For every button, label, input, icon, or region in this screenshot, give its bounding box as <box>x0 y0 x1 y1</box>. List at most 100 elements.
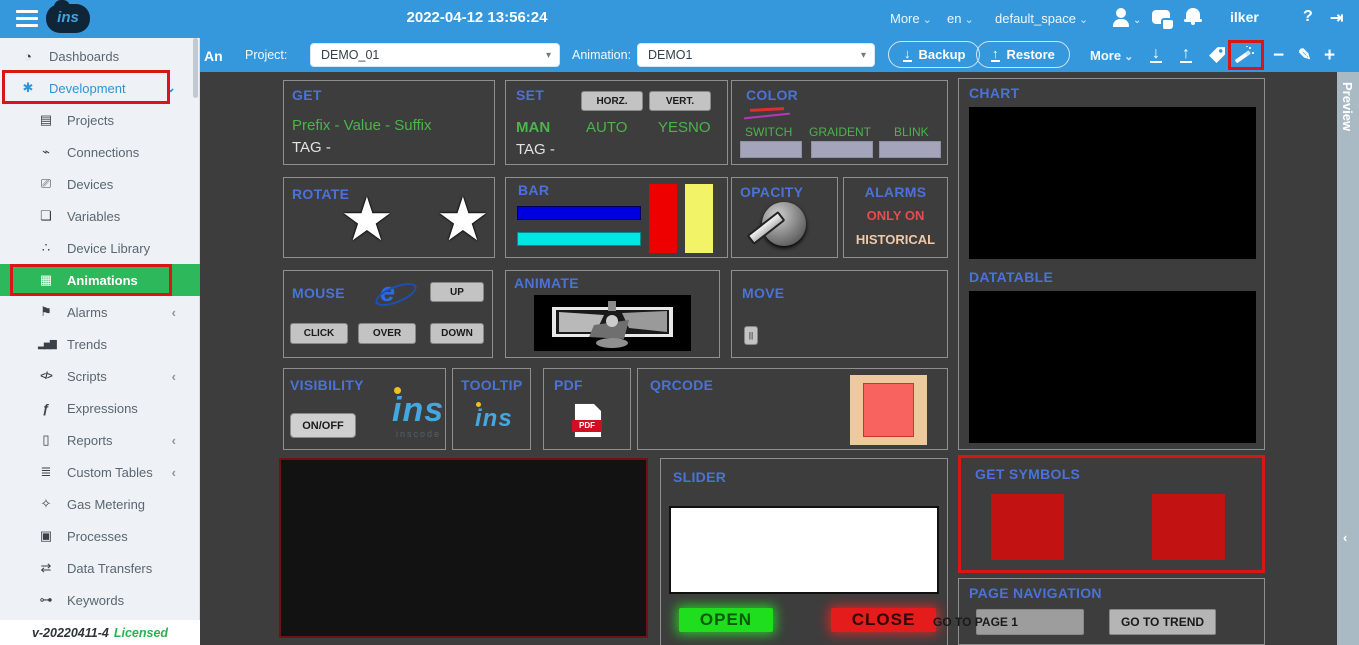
mouse-panel: MOUSE e UP CLICK OVER DOWN <box>283 270 493 358</box>
visibility-onoff-button[interactable]: ON/OFF <box>290 413 356 438</box>
sidebar-item-reports[interactable]: ▯ Reports ‹ <box>0 424 200 456</box>
trend-placeholder[interactable] <box>279 458 648 638</box>
backup-button[interactable]: ↓ Backup <box>888 41 980 68</box>
zoom-in-plus-icon[interactable]: + <box>1324 45 1335 67</box>
get-tag-label[interactable]: TAG - <box>292 139 331 156</box>
visibility-panel: VISIBILITY ON/OFF ins inscode <box>283 368 446 450</box>
slider-open-button[interactable]: OPEN <box>679 608 773 632</box>
mouse-over-button[interactable]: OVER <box>358 323 416 344</box>
mouse-down-button[interactable]: DOWN <box>430 323 484 344</box>
upload-icon[interactable]: ↑ <box>1180 45 1192 63</box>
symbol-square-2[interactable] <box>1152 494 1225 560</box>
chart-panel-title: CHART <box>969 85 1020 101</box>
mouse-panel-title: MOUSE <box>292 285 345 301</box>
get-prefix-value-suffix[interactable]: Prefix - Value - Suffix <box>292 117 432 134</box>
bar-horizontal-cyan[interactable] <box>517 232 641 246</box>
messages-icon[interactable] <box>1152 10 1170 24</box>
chevron-down-icon: ⌄ <box>1124 51 1133 63</box>
set-vert-button[interactable]: VERT. <box>649 91 711 111</box>
restore-button[interactable]: ↑ Restore <box>976 41 1070 68</box>
rotate-star-2[interactable]: ★ <box>436 190 490 250</box>
sidebar-item-scripts[interactable]: </> Scripts ‹ <box>0 360 200 392</box>
database-icon: ≣ <box>38 464 54 480</box>
toolbar-more-menu[interactable]: More⌄ <box>1090 48 1133 63</box>
sidebar-item-device-library[interactable]: ∴ Device Library <box>0 232 200 264</box>
chevron-down-icon[interactable]: ⌄ <box>1133 15 1141 26</box>
user-account-icon[interactable] <box>1113 8 1129 26</box>
set-horz-button[interactable]: HORZ. <box>581 91 643 111</box>
go-to-trend-button[interactable]: GO TO TREND <box>1109 609 1216 635</box>
sidebar-item-data-transfers[interactable]: ⇄ Data Transfers <box>0 552 200 584</box>
rotate-star-1[interactable]: ★ <box>340 190 394 250</box>
sidebar-item-processes[interactable]: ▣ Processes <box>0 520 200 552</box>
header-space-menu[interactable]: default_space⌄ <box>995 11 1088 26</box>
color-blink-swatch[interactable] <box>879 141 941 158</box>
sidebar-item-label: Connections <box>67 145 139 160</box>
zoom-out-minus-icon[interactable]: − <box>1273 45 1284 67</box>
sidebar-item-gas-metering[interactable]: ✧ Gas Metering <box>0 488 200 520</box>
ins-logo-small[interactable]: ins <box>475 405 513 433</box>
sidebar-item-connections[interactable]: ⌁ Connections <box>0 136 200 168</box>
sidebar-item-variables[interactable]: ❏ Variables <box>0 200 200 232</box>
sidebar-item-projects[interactable]: ▤ Projects <box>0 104 200 136</box>
help-button[interactable]: ? <box>1303 8 1313 26</box>
chart-placeholder[interactable] <box>969 107 1256 259</box>
sidebar-item-animations[interactable]: ▦ Animations <box>0 264 200 296</box>
mouse-click-button[interactable]: CLICK <box>290 323 348 344</box>
slider-track-area[interactable] <box>669 506 939 594</box>
logout-icon[interactable]: ⇥ <box>1330 8 1343 28</box>
animate-fan-image[interactable] <box>534 295 691 351</box>
set-panel: SET HORZ. VERT. MAN AUTO YESNO TAG - <box>505 80 728 165</box>
notifications-bell-icon[interactable] <box>1186 8 1200 20</box>
mouse-up-button[interactable]: UP <box>430 282 484 302</box>
sidebar-item-custom-tables[interactable]: ≣ Custom Tables ‹ <box>0 456 200 488</box>
header-more-menu[interactable]: More⌄ <box>890 11 932 26</box>
set-yesno-button[interactable]: YESNO <box>658 119 711 136</box>
chevron-left-icon[interactable]: ‹ <box>1343 530 1347 545</box>
get-symbols-panel-title: GET SYMBOLS <box>975 466 1080 482</box>
sidebar-item-label: Projects <box>67 113 114 128</box>
go-to-page-button[interactable]: GO TO PAGE 1 <box>976 609 1084 635</box>
set-auto-button[interactable]: AUTO <box>586 119 627 136</box>
sidebar-item-alarms[interactable]: ⚑ Alarms ‹ <box>0 296 200 328</box>
internet-explorer-icon[interactable]: e <box>380 277 395 308</box>
qrcode-placeholder-outer[interactable] <box>850 375 927 445</box>
color-switch-swatch[interactable] <box>740 141 802 158</box>
tag-icon[interactable] <box>1208 46 1225 68</box>
magic-wand-icon[interactable] <box>1234 46 1254 69</box>
select-arrow-icon: ▾ <box>546 50 551 61</box>
edit-pencil-icon[interactable]: ✎ <box>1298 45 1311 65</box>
slider-close-button[interactable]: CLOSE <box>831 608 936 632</box>
sidebar-item-dashboards[interactable]: ◔ Dashboards <box>0 40 200 72</box>
animate-panel-title: ANIMATE <box>514 275 579 291</box>
header-language-menu[interactable]: en⌄ <box>947 11 974 26</box>
color-gradient-swatch[interactable] <box>811 141 873 158</box>
sidebar-item-development[interactable]: ✱ Development ⌄ <box>0 72 200 104</box>
symbol-square-1[interactable] <box>991 494 1064 560</box>
set-man-button[interactable]: MAN <box>516 119 550 136</box>
ins-logo-dot <box>394 387 401 394</box>
qrcode-placeholder-inner <box>863 383 914 437</box>
preview-side-strip[interactable]: Preview ‹ <box>1337 72 1359 645</box>
megaphone-icon: ⚑ <box>38 304 54 320</box>
alarms-only-on-label[interactable]: ONLY ON <box>844 208 947 223</box>
app-logo[interactable]: ins <box>46 4 90 33</box>
sidebar-item-expressions[interactable]: ƒ Expressions <box>0 392 200 424</box>
animation-select[interactable]: DEMO1 ▾ <box>637 43 875 67</box>
username-label[interactable]: ilker <box>1230 9 1259 25</box>
bar-vertical-red[interactable] <box>649 184 677 253</box>
set-tag-label[interactable]: TAG - <box>516 141 555 158</box>
bar-horizontal-blue[interactable] <box>517 206 641 220</box>
bar-vertical-yellow[interactable] <box>685 184 713 253</box>
hamburger-menu-icon[interactable] <box>16 10 38 27</box>
download-icon[interactable]: ↓ <box>1150 45 1162 63</box>
datatable-placeholder[interactable] <box>969 291 1256 443</box>
pdf-file-icon[interactable]: PDF <box>574 403 602 438</box>
sidebar-item-keywords[interactable]: ⊶ Keywords <box>0 584 200 616</box>
move-drag-handle[interactable]: || <box>744 326 758 345</box>
project-select[interactable]: DEMO_01 ▾ <box>310 43 560 67</box>
sidebar-item-trends[interactable]: ▂▅▇ Trends <box>0 328 200 360</box>
sidebar-item-devices[interactable]: ⎚ Devices <box>0 168 200 200</box>
alarms-historical-label[interactable]: HISTORICAL <box>844 232 947 247</box>
version-label: v-20220411-4 <box>32 626 109 640</box>
